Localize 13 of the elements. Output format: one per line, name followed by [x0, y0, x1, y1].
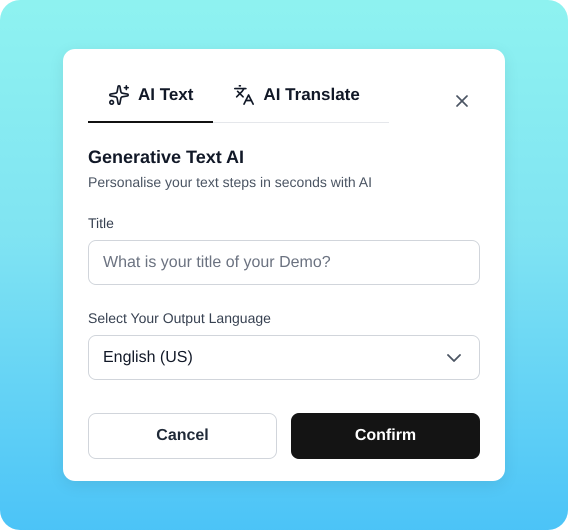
field-label: Select Your Output Language — [88, 310, 272, 326]
dialog-subtitle: Personalise your text steps in seconds with AI — [88, 174, 374, 190]
sparkles-icon — [108, 84, 130, 106]
cancel-button[interactable]: Cancel — [88, 413, 277, 459]
confirm-button[interactable]: Confirm — [291, 413, 480, 459]
chevron-down-icon — [447, 354, 461, 362]
language-select[interactable]: English (US) — [88, 335, 480, 380]
title-input[interactable]: What is your title of your Demo? — [88, 240, 480, 285]
translate-icon — [233, 84, 256, 106]
tab[interactable]: AI Translate — [213, 69, 380, 123]
dialog-heading: Generative Text AI — [88, 147, 246, 168]
tab[interactable]: AI Text — [88, 69, 214, 123]
field-label: Title — [88, 215, 115, 231]
